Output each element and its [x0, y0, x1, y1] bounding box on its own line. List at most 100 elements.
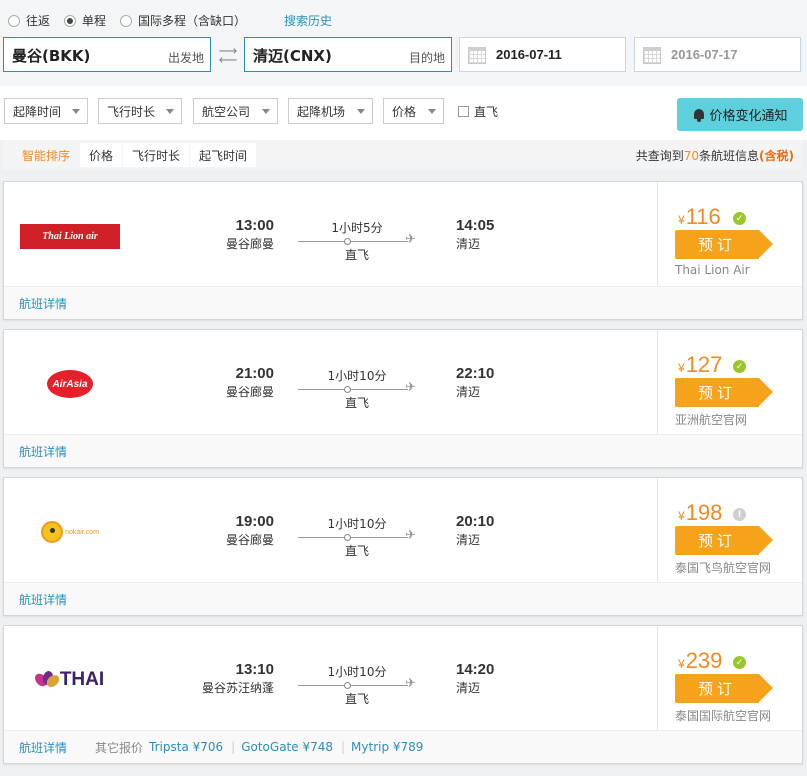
arrival-block: 22:10 清迈: [456, 365, 536, 400]
result-count-suffix: 条航班信息: [699, 149, 760, 163]
arrival-airport: 清迈: [456, 533, 481, 547]
book-button[interactable]: 预订: [675, 378, 773, 407]
flight-card-footer: 航班详情: [4, 286, 802, 319]
currency-symbol: ¥: [678, 509, 685, 523]
other-quote-link[interactable]: GotoGate ¥748: [241, 740, 333, 754]
duration-line: ✈: [298, 232, 416, 247]
search-history-link[interactable]: 搜索历史: [284, 12, 332, 29]
verified-check-icon: ✓: [733, 360, 746, 373]
flight-details-link[interactable]: 航班详情: [19, 295, 67, 312]
stops-label: 直飞: [344, 692, 369, 706]
verified-check-icon: ✓: [733, 656, 746, 669]
plane-icon: ✈: [405, 232, 416, 247]
departure-time: 21:00: [235, 365, 274, 382]
airasia-logo: AirAsia: [47, 370, 93, 398]
departure-time: 13:00: [235, 217, 274, 234]
other-quote-link[interactable]: Mytrip ¥789: [351, 740, 423, 754]
price: ¥116: [678, 204, 721, 230]
arrival-block: 14:20 清迈: [456, 661, 536, 696]
book-button[interactable]: 预订: [675, 230, 773, 259]
arrow-left-icon: ⟵: [218, 53, 238, 68]
sort-tabs: 智能排序 价格 飞行时长 起飞时间: [13, 143, 257, 167]
thai-lion-air-logo: Thai Lion air: [20, 223, 120, 249]
to-city-field[interactable]: 清迈(CNX) 目的地: [244, 37, 452, 72]
from-city-hint: 出发地: [167, 51, 204, 65]
price-column: ¥239 ✓ 预订 泰国国际航空官网: [657, 626, 803, 730]
provider-name: 泰国国际航空官网: [675, 709, 772, 723]
thai-logo-text: THAI: [59, 669, 105, 690]
sort-tab-price[interactable]: 价格: [80, 143, 123, 167]
book-button[interactable]: 预订: [675, 526, 773, 555]
plane-icon: ✈: [405, 528, 416, 543]
sort-tab-duration[interactable]: 飞行时长: [123, 143, 190, 167]
filter-duration-dropdown[interactable]: 飞行时长: [98, 98, 182, 124]
flight-duration: 1小时10分: [327, 369, 387, 383]
flight-summary: Thai Lion air 13:00 曼谷廊曼 1小时5分 ✈ 直飞 14:0…: [4, 182, 804, 286]
caret-down-icon: [428, 109, 436, 114]
bell-icon: [692, 108, 706, 122]
flight-details-link[interactable]: 航班详情: [19, 591, 67, 608]
sort-tab-departure[interactable]: 起飞时间: [190, 143, 257, 167]
result-count-prefix: 共查询到: [635, 149, 684, 163]
trip-type-multicity[interactable]: 国际多程（含缺口）: [120, 12, 246, 29]
from-city-value: 曼谷(BKK): [12, 47, 91, 65]
provider-name: 亚洲航空官网: [675, 413, 748, 427]
price-value: 239: [685, 648, 723, 673]
dot-icon: [344, 386, 351, 393]
flight-card: THAI 13:10 曼谷苏汪纳蓬 1小时10分 ✈ 直飞 14:20 清迈 ¥…: [3, 625, 803, 764]
filter-bar: 起降时间 飞行时长 航空公司 起降机场 价格 直飞 价格变化通知: [0, 86, 807, 140]
from-city-field[interactable]: 曼谷(BKK) 出发地: [3, 37, 211, 72]
filter-airline-dropdown[interactable]: 航空公司: [193, 98, 278, 124]
departure-time: 13:10: [235, 661, 274, 678]
departure-time: 19:00: [235, 513, 274, 530]
other-quote-link[interactable]: Tripsta ¥706: [149, 740, 223, 754]
trip-type-oneway[interactable]: 单程: [64, 12, 106, 29]
flight-summary: AirAsia 21:00 曼谷廊曼 1小时10分 ✈ 直飞 22:10 清迈 …: [4, 330, 804, 434]
price-column: ¥198 ! 预订 泰国飞鸟航空官网: [657, 478, 803, 582]
direct-only-checkbox[interactable]: 直飞: [458, 103, 498, 120]
verified-check-icon: ✓: [733, 212, 746, 225]
arrival-block: 14:05 清迈: [456, 217, 536, 252]
info-icon[interactable]: !: [733, 508, 746, 521]
depart-date-field[interactable]: 2016-07-11: [459, 37, 626, 72]
flight-summary: THAI 13:10 曼谷苏汪纳蓬 1小时10分 ✈ 直飞 14:20 清迈 ¥…: [4, 626, 804, 730]
return-date-field[interactable]: 2016-07-17: [634, 37, 801, 72]
radio-multicity[interactable]: [120, 14, 133, 27]
arrival-block: 20:10 清迈: [456, 513, 536, 548]
price: ¥198: [678, 500, 722, 526]
trip-type-group: 往返 单程 国际多程（含缺口） 搜索历史: [8, 12, 332, 29]
separator: |: [340, 740, 346, 754]
flight-card-footer: 航班详情: [4, 582, 802, 615]
dropdown-label: 航空公司: [202, 104, 251, 119]
departure-block: 21:00 曼谷廊曼: [204, 365, 274, 400]
swap-cities-button[interactable]: ⟶ ⟵: [215, 45, 241, 67]
trip-type-label: 单程: [82, 14, 107, 28]
dot-icon: [344, 238, 351, 245]
book-button[interactable]: 预订: [675, 674, 773, 703]
price-alert-button[interactable]: 价格变化通知: [677, 98, 803, 131]
filter-price-dropdown[interactable]: 价格: [383, 98, 444, 124]
filter-time-dropdown[interactable]: 起降时间: [4, 98, 88, 124]
sort-tab-smart[interactable]: 智能排序: [13, 143, 80, 167]
duration-block: 1小时5分 ✈ 直飞: [298, 219, 416, 263]
trip-type-roundtrip[interactable]: 往返: [8, 12, 50, 29]
flight-duration: 1小时5分: [331, 221, 383, 235]
filter-airport-dropdown[interactable]: 起降机场: [288, 98, 373, 124]
orchid-icon: [32, 670, 62, 690]
departure-airport: 曼谷廊曼: [225, 237, 274, 251]
dropdown-label: 起降机场: [297, 104, 346, 119]
flight-details-link[interactable]: 航班详情: [19, 739, 67, 756]
separator: |: [231, 740, 236, 754]
provider-name: 泰国飞鸟航空官网: [675, 561, 772, 575]
radio-oneway[interactable]: [64, 14, 77, 27]
price-column: ¥127 ✓ 预订 亚洲航空官网: [657, 330, 803, 434]
checkbox[interactable]: [458, 106, 469, 117]
flight-summary: nokair.com 19:00 曼谷廊曼 1小时10分 ✈ 直飞 20:10 …: [4, 478, 804, 582]
depart-date-value: 2016-07-11: [496, 47, 562, 62]
caret-down-icon: [166, 109, 174, 114]
trip-type-label: 往返: [26, 14, 51, 28]
tax-note: (含税): [759, 149, 794, 163]
departure-airport: 曼谷廊曼: [225, 385, 274, 399]
flight-details-link[interactable]: 航班详情: [19, 443, 67, 460]
radio-roundtrip[interactable]: [8, 14, 20, 27]
